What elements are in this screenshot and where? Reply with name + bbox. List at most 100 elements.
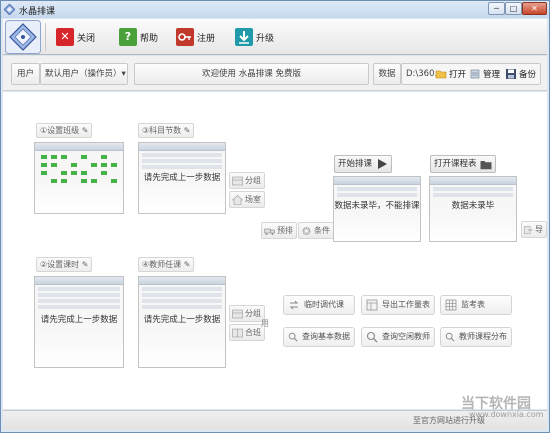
play-icon bbox=[378, 159, 388, 169]
prev-step-message: 请先完成上一步数据 bbox=[40, 315, 118, 325]
folder-open-icon bbox=[435, 70, 447, 79]
lessons-preview-thumbnail: 请先完成上一步数据 bbox=[34, 276, 124, 368]
open-schedule-button[interactable]: 打开课程表 bbox=[430, 155, 496, 173]
app-logo-icon bbox=[4, 4, 15, 15]
backup-button[interactable]: 备份 bbox=[505, 65, 536, 83]
schedule-preview-thumbnail: 数据未录毕，不能排课 bbox=[333, 176, 421, 242]
step-subject-periods-button[interactable]: ③科目节数 ✎ bbox=[138, 123, 195, 138]
backup-label: 备份 bbox=[519, 70, 537, 80]
export-button[interactable]: 导 bbox=[521, 221, 547, 238]
temp-adjust-button[interactable]: 临时调代课 bbox=[283, 295, 355, 315]
swap-icon bbox=[289, 300, 299, 310]
merge-icon bbox=[232, 328, 243, 337]
pre-schedule-button[interactable]: 预排 bbox=[261, 222, 297, 239]
reflection-fade bbox=[334, 212, 420, 241]
manage-icon bbox=[470, 69, 480, 79]
help-button[interactable]: ? 帮助 bbox=[119, 26, 158, 48]
venue-button[interactable]: 场室 bbox=[229, 191, 265, 208]
group-icon bbox=[232, 176, 243, 185]
group-button[interactable]: 分组 bbox=[229, 172, 265, 189]
crystal-logo-icon[interactable] bbox=[5, 20, 41, 54]
help-label: 帮助 bbox=[140, 33, 159, 44]
magnifier-icon bbox=[366, 331, 378, 343]
export-icon bbox=[524, 225, 533, 234]
pencil-icon: ✎ bbox=[81, 126, 89, 135]
user-label: 用户 bbox=[11, 63, 40, 85]
register-label: 注册 bbox=[197, 33, 216, 44]
pencil-icon: ✎ bbox=[183, 126, 191, 135]
window-title: 水晶排课 bbox=[19, 7, 56, 17]
reflection-fade bbox=[35, 181, 123, 213]
query-basic-label: 查询基本数据 bbox=[302, 332, 350, 341]
grid-icon bbox=[445, 299, 457, 311]
teacher-course-dist-label: 教师课程分布 bbox=[459, 332, 507, 341]
conditions-label: 条件 bbox=[314, 226, 330, 235]
step-set-class-label: ①设置班级 bbox=[40, 126, 80, 135]
export-workload-label: 导出工作量表 bbox=[382, 300, 430, 309]
download-arrow-icon bbox=[235, 28, 253, 46]
thumbnail-header bbox=[139, 143, 225, 151]
table-export-icon bbox=[366, 299, 378, 311]
upgrade-label: 升级 bbox=[256, 33, 275, 44]
reflection-fade bbox=[139, 181, 225, 213]
no-schedule-message: 数据未录毕，不能排课 bbox=[334, 201, 420, 212]
data-not-entered-message: 数据未录毕 bbox=[451, 201, 495, 212]
open-schedule-preview-thumbnail: 数据未录毕 bbox=[429, 176, 517, 242]
thumbnail-header bbox=[139, 277, 225, 285]
teacher-preview-thumbnail: 请先完成上一步数据 bbox=[138, 276, 226, 368]
reflection-fade bbox=[430, 212, 516, 241]
merge-class-button[interactable]: 合班 bbox=[229, 324, 265, 341]
conditions-button[interactable]: 条件 bbox=[298, 222, 334, 239]
close-label: 关闭 bbox=[77, 33, 96, 44]
temp-adjust-label: 临时调代课 bbox=[304, 300, 344, 309]
reflection-fade bbox=[139, 326, 225, 367]
folder-icon bbox=[480, 160, 492, 169]
class-preview-thumbnail bbox=[34, 142, 124, 214]
close-x-icon: ✕ bbox=[56, 28, 74, 46]
pencil-icon: ✎ bbox=[81, 260, 89, 269]
minimize-button[interactable]: ─ bbox=[488, 2, 505, 15]
pre-schedule-label: 预排 bbox=[277, 226, 293, 235]
prev-step-message: 请先完成上一步数据 bbox=[143, 315, 221, 325]
magnifier-icon bbox=[288, 332, 298, 342]
magnifier-icon bbox=[445, 332, 455, 342]
help-question-icon: ? bbox=[119, 28, 137, 46]
thumbnail-header bbox=[430, 177, 516, 185]
query-free-teacher-label: 查询空闲教师 bbox=[382, 332, 430, 341]
user-select-value: 默认用户（操作员） bbox=[45, 69, 122, 79]
open-label: 打开 bbox=[449, 70, 467, 80]
export-label: 导 bbox=[535, 225, 543, 234]
status-bar: 至官方网站进行升级 bbox=[3, 410, 547, 430]
step-teacher-assign-button[interactable]: ④教师任课 ✎ bbox=[138, 257, 195, 272]
register-button[interactable]: 注册 bbox=[176, 26, 215, 48]
house-icon bbox=[232, 194, 243, 205]
thumbnail-header bbox=[35, 143, 123, 151]
exam-table-label: 监考表 bbox=[461, 300, 485, 309]
query-free-teacher-button[interactable]: 查询空闲教师 bbox=[361, 327, 435, 347]
open-button[interactable]: 打开 bbox=[435, 65, 466, 83]
query-basic-button[interactable]: 查询基本数据 bbox=[283, 327, 355, 347]
teacher-course-dist-button[interactable]: 教师课程分布 bbox=[440, 327, 512, 347]
close-button[interactable]: ✕ 关闭 bbox=[56, 26, 95, 48]
manage-button[interactable]: 管理 bbox=[469, 65, 500, 83]
exam-table-button[interactable]: 监考表 bbox=[440, 295, 512, 315]
use-label: 用 bbox=[261, 319, 269, 328]
user-select[interactable]: 默认用户（操作员） ▾ bbox=[40, 63, 128, 85]
toolbar: ✕ 关闭 ? 帮助 注册 升级 bbox=[3, 19, 547, 55]
pencil-icon: ✎ bbox=[183, 260, 191, 269]
step-set-lessons-button[interactable]: ②设置课时 ✎ bbox=[36, 257, 93, 272]
step-set-class-button[interactable]: ①设置班级 ✎ bbox=[36, 123, 93, 138]
open-schedule-label: 打开课程表 bbox=[434, 159, 477, 169]
export-workload-button[interactable]: 导出工作量表 bbox=[361, 295, 435, 315]
group-button-2[interactable]: 分组 bbox=[229, 305, 265, 322]
control-bar: 用户 默认用户（操作员） ▾ 欢迎使用 水晶排课 免费版 数据 D:\360..… bbox=[3, 56, 547, 91]
upgrade-button[interactable]: 升级 bbox=[235, 26, 274, 48]
data-label: 数据 bbox=[373, 63, 401, 85]
reflection-fade bbox=[35, 326, 123, 367]
window-close-button[interactable]: ✕ bbox=[522, 2, 547, 15]
start-schedule-label: 开始排课 bbox=[338, 159, 373, 169]
manage-label: 管理 bbox=[483, 70, 501, 80]
merge-class-label: 合班 bbox=[245, 328, 261, 337]
start-schedule-button[interactable]: 开始排课 bbox=[334, 155, 393, 173]
maximize-button[interactable]: □ bbox=[505, 2, 522, 15]
